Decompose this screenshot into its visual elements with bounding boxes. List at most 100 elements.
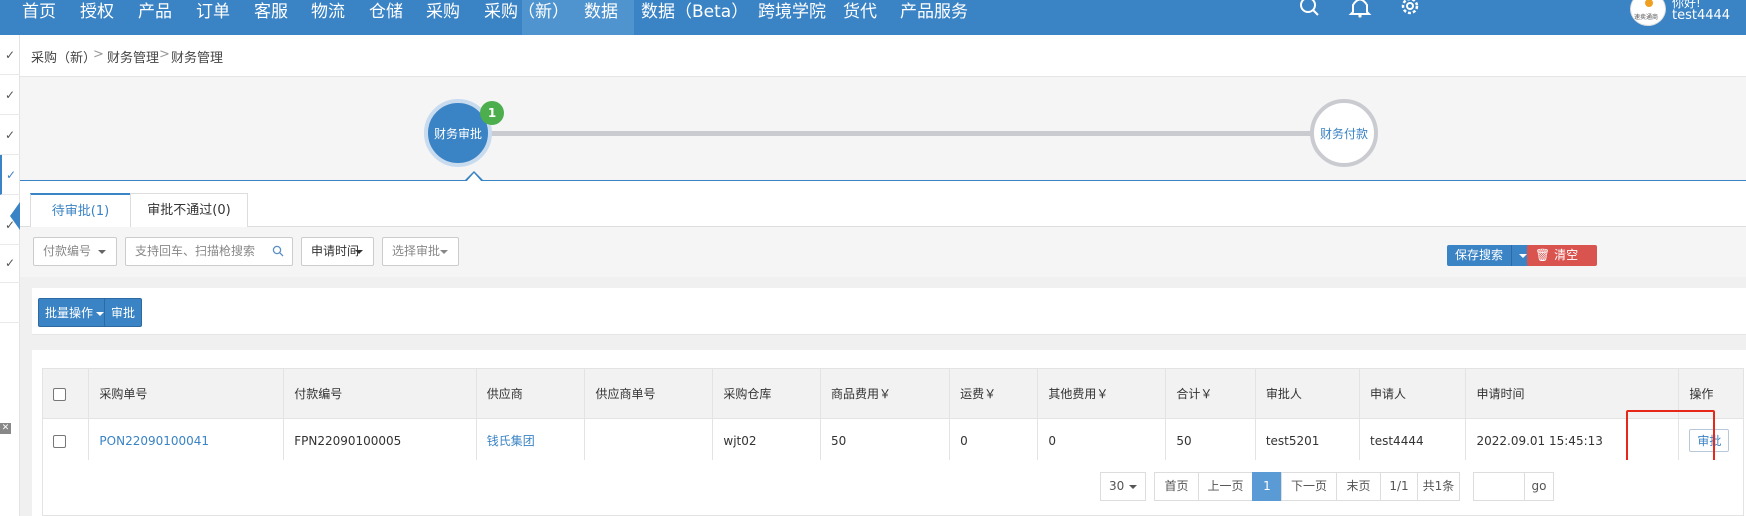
goods-fee: 50 bbox=[819, 418, 951, 463]
column-header: 供应商 bbox=[475, 368, 586, 419]
column-header: 采购单号 bbox=[88, 368, 285, 419]
column-header: 合计￥ bbox=[1165, 368, 1256, 419]
supplier-number bbox=[584, 418, 714, 463]
column-header: 审批人 bbox=[1254, 368, 1361, 419]
nav-item-service[interactable]: 客服 bbox=[254, 0, 288, 22]
table-row: PON22090100041 FPN22090100005 钱氏集团 wjt02… bbox=[41, 418, 1744, 463]
warehouse: wjt02 bbox=[712, 418, 821, 463]
apply-time-label: 申请时间 bbox=[311, 244, 360, 258]
chevron-down-icon bbox=[1129, 485, 1137, 489]
bell-icon[interactable] bbox=[1348, 0, 1372, 18]
search-placeholder: 支持回车、扫描枪搜索 bbox=[135, 244, 256, 258]
nav-item-forwarder[interactable]: 货代 bbox=[843, 0, 877, 22]
chevron-down-icon bbox=[355, 250, 363, 254]
breadcrumb-item[interactable]: 财务管理 bbox=[107, 47, 159, 66]
logo-mark-icon bbox=[1645, 0, 1653, 7]
top-nav: 首页 授权 产品 订单 客服 物流 仓储 采购 采购（新） 数据 数据（Beta… bbox=[0, 0, 1746, 35]
freight: 0 bbox=[949, 418, 1039, 463]
avatar[interactable]: 速卖通商 bbox=[1630, 0, 1666, 26]
left-sidebar: ✓ ✓ ✓ ✓ ✓ ✓ ✕ bbox=[0, 35, 20, 516]
prev-page-button[interactable]: 上一页 bbox=[1198, 472, 1253, 501]
select-all-checkbox[interactable] bbox=[53, 387, 66, 401]
user-name[interactable]: test4444 bbox=[1672, 8, 1730, 23]
status-tabs: 待审批(1) 审批不通过(0) bbox=[20, 181, 1746, 228]
nav-item-data[interactable]: 数据 bbox=[584, 0, 618, 22]
payment-no-select[interactable]: 付款编号 bbox=[33, 237, 117, 266]
row-select-cell bbox=[41, 418, 90, 463]
breadcrumb-separator: > bbox=[93, 47, 104, 62]
highlight-box bbox=[1626, 410, 1715, 466]
column-header: 供应商单号 bbox=[584, 368, 714, 419]
avatar-logo: 速卖通商 bbox=[1634, 14, 1659, 21]
nav-item-auth[interactable]: 授权 bbox=[80, 0, 114, 22]
save-search-label: 保存搜索 bbox=[1455, 248, 1504, 262]
payment-number: FPN22090100005 bbox=[283, 418, 477, 463]
step-connector bbox=[486, 131, 1320, 136]
step-finance-payment[interactable]: 财务付款 bbox=[1310, 99, 1378, 167]
batch-operation-button[interactable]: 批量操作 bbox=[38, 298, 112, 327]
breadcrumb-separator: > bbox=[159, 47, 170, 62]
sidebar-active-arrow-icon bbox=[10, 202, 20, 230]
sidebar-check-6[interactable]: ✓ bbox=[0, 243, 20, 283]
approver: test5201 bbox=[1254, 418, 1361, 463]
other-fee: 0 bbox=[1037, 418, 1167, 463]
close-icon[interactable]: ✕ bbox=[0, 423, 11, 434]
process-steps: 财务审批 1 财务付款 bbox=[20, 77, 1746, 182]
payment-no-select-label: 付款编号 bbox=[43, 244, 92, 258]
save-search-button[interactable]: 保存搜索 bbox=[1447, 245, 1533, 266]
page-size-select[interactable]: 30 bbox=[1100, 472, 1146, 501]
page-size-value: 30 bbox=[1109, 479, 1125, 493]
next-page-button[interactable]: 下一页 bbox=[1281, 472, 1337, 501]
column-header: 商品费用￥ bbox=[819, 368, 951, 419]
sidebar-check-4[interactable]: ✓ bbox=[0, 155, 20, 195]
approver-select-label: 选择审批 bbox=[392, 244, 441, 258]
nav-item-warehouse[interactable]: 仓储 bbox=[369, 0, 403, 22]
batch-operation-label: 批量操作 bbox=[45, 306, 94, 320]
go-button[interactable]: go bbox=[1524, 472, 1554, 501]
applicant: test4444 bbox=[1359, 418, 1467, 463]
action-bar: 批量操作 审批 bbox=[32, 288, 1746, 335]
last-page-button[interactable]: 末页 bbox=[1336, 472, 1381, 501]
nav-item-academy[interactable]: 跨境学院 bbox=[758, 0, 826, 22]
step-badge: 1 bbox=[480, 101, 504, 125]
approver-select[interactable]: 选择审批 bbox=[382, 237, 459, 266]
nav-item-logistics[interactable]: 物流 bbox=[311, 0, 345, 22]
apply-time-dropdown[interactable]: 申请时间 bbox=[301, 237, 374, 266]
nav-item-data-beta[interactable]: 数据（Beta） bbox=[641, 0, 748, 22]
column-header: 采购仓库 bbox=[712, 368, 821, 419]
chevron-down-icon bbox=[98, 250, 106, 254]
search-icon[interactable] bbox=[272, 245, 284, 257]
nav-item-order[interactable]: 订单 bbox=[196, 0, 230, 22]
goto-page-input[interactable] bbox=[1473, 472, 1525, 501]
nav-item-purchase-new[interactable]: 采购（新） bbox=[484, 0, 569, 22]
nav-item-home[interactable]: 首页 bbox=[22, 0, 56, 22]
first-page-button[interactable]: 首页 bbox=[1154, 472, 1199, 501]
column-header: 付款编号 bbox=[283, 368, 477, 419]
breadcrumb-item[interactable]: 采购（新） bbox=[31, 47, 96, 66]
sidebar-check-2[interactable]: ✓ bbox=[0, 75, 20, 115]
gear-icon[interactable] bbox=[1398, 0, 1422, 18]
sidebar-check-3[interactable]: ✓ bbox=[0, 115, 20, 155]
nav-item-product[interactable]: 产品 bbox=[138, 0, 172, 22]
chevron-down-icon bbox=[1519, 254, 1527, 258]
row-checkbox[interactable] bbox=[53, 434, 66, 448]
tab-rejected[interactable]: 审批不通过(0) bbox=[130, 193, 248, 228]
search-icon[interactable] bbox=[1298, 0, 1322, 18]
trash-icon: 🗑 bbox=[1535, 248, 1551, 262]
nav-item-purchase[interactable]: 采购 bbox=[426, 0, 460, 22]
sidebar-check-1[interactable]: ✓ bbox=[0, 35, 20, 75]
clear-button[interactable]: 🗑 清空 bbox=[1527, 245, 1597, 266]
total: 50 bbox=[1165, 418, 1256, 463]
pagination: 30 首页 上一页 1 下一页 末页 1/1 共1条 go bbox=[42, 460, 1744, 516]
tab-pending[interactable]: 待审批(1) bbox=[30, 193, 131, 228]
sidebar-item-7[interactable] bbox=[0, 283, 20, 323]
column-header: 申请人 bbox=[1359, 368, 1467, 419]
supplier-link[interactable]: 钱氏集团 bbox=[475, 418, 586, 463]
filter-bar: 付款编号 支持回车、扫描枪搜索 申请时间 选择审批 保存搜索 🗑 清空 bbox=[20, 227, 1746, 277]
po-number-link[interactable]: PON22090100041 bbox=[88, 418, 285, 463]
chevron-down-icon bbox=[440, 250, 448, 254]
current-page-button[interactable]: 1 bbox=[1252, 472, 1282, 501]
search-input[interactable]: 支持回车、扫描枪搜索 bbox=[125, 237, 293, 266]
approve-batch-button[interactable]: 审批 bbox=[104, 298, 143, 327]
nav-item-product-service[interactable]: 产品服务 bbox=[900, 0, 968, 22]
